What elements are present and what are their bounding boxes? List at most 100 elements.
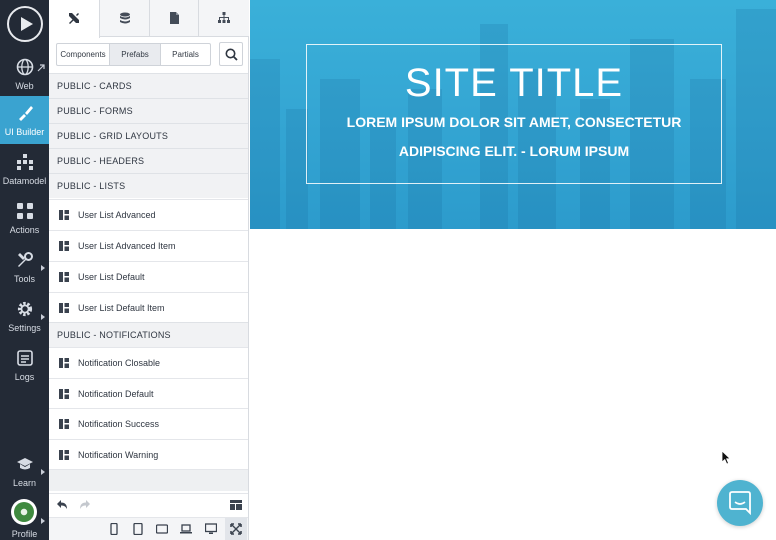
list-item-label: Notification Default: [78, 389, 154, 399]
nav-item-label: Web: [15, 81, 34, 91]
prefab-icon: [59, 450, 69, 460]
prefab-icon: [59, 241, 69, 251]
chat-launcher-button[interactable]: [717, 480, 763, 526]
play-icon: [21, 17, 33, 31]
list-group-header[interactable]: PUBLIC - GRID LAYOUTS: [49, 123, 248, 148]
mobile-icon: [110, 523, 118, 535]
list-item-label: Notification Closable: [78, 358, 161, 368]
external-arrow-icon: [37, 64, 45, 72]
nav-item-settings[interactable]: Settings: [0, 292, 49, 340]
redo-icon: [80, 500, 90, 509]
chevron-right-icon: [41, 265, 45, 271]
panel-tabs: [49, 0, 249, 38]
viewport-laptop-button[interactable]: [175, 518, 197, 540]
nav-item-logs[interactable]: Logs: [0, 341, 49, 389]
history-toolbar: [49, 493, 248, 517]
tab-sitemap[interactable]: [199, 0, 249, 37]
layout-icon: [230, 500, 242, 510]
page-canvas[interactable]: SITE TITLE LOREM IPSUM DOLOR SIT AMET, C…: [250, 0, 776, 540]
desktop-icon: [205, 523, 217, 534]
redo-button[interactable]: [74, 494, 96, 516]
nav-item-label: Datamodel: [2, 176, 47, 186]
nav-rail: Web UI Builder Datamodel Actions Tools S…: [0, 0, 49, 540]
tablet-landscape-icon: [156, 524, 168, 534]
avatar[interactable]: [11, 499, 37, 525]
mouse-cursor-icon: [721, 450, 731, 465]
subtab-components[interactable]: Components: [57, 44, 109, 65]
list-item[interactable]: Notification Default: [49, 378, 248, 409]
viewport-desktop-button[interactable]: [200, 518, 222, 540]
hero-text-box[interactable]: SITE TITLE LOREM IPSUM DOLOR SIT AMET, C…: [306, 44, 722, 184]
skyline-building: [250, 59, 280, 229]
play-button[interactable]: [7, 6, 43, 42]
list-item-label: Notification Success: [78, 419, 160, 429]
nav-item-label: Profile: [11, 529, 38, 539]
chevron-right-icon: [41, 314, 45, 320]
tab-database[interactable]: [100, 0, 150, 37]
list-item[interactable]: Notification Success: [49, 408, 248, 439]
hero-subtitle-line: ADIPISCING ELIT. - LORUM IPSUM: [398, 143, 630, 159]
skyline-building: [286, 109, 308, 229]
nav-item-learn[interactable]: Learn: [0, 447, 49, 495]
app: Web UI Builder Datamodel Actions Tools S…: [0, 0, 776, 540]
subtab-partials[interactable]: Partials: [161, 44, 210, 65]
list-group-header[interactable]: PUBLIC - HEADERS: [49, 148, 248, 173]
prefab-icon: [59, 389, 69, 399]
list-footer-spacer: [49, 469, 248, 491]
undo-button[interactable]: [51, 494, 73, 516]
layout-toggle-button[interactable]: [225, 494, 247, 516]
viewport-tablet-landscape-button[interactable]: [151, 518, 173, 540]
pencil-ruler-icon: [69, 13, 79, 24]
nav-item-label: Tools: [13, 274, 35, 284]
avatar-image: [14, 502, 34, 522]
globe-icon: [16, 58, 34, 76]
prefab-icon: [59, 419, 69, 429]
nav-item-web[interactable]: Web: [0, 50, 49, 98]
nav-item-actions[interactable]: Actions: [0, 194, 49, 242]
viewport-tablet-button[interactable]: [127, 518, 149, 540]
list-item-label: User List Default Item: [78, 303, 165, 313]
prefab-icon: [59, 272, 69, 282]
list-item-label: User List Advanced: [78, 210, 156, 220]
log-icon: [17, 350, 33, 366]
prefab-icon: [59, 303, 69, 313]
subtab-prefabs[interactable]: Prefabs: [109, 44, 161, 65]
list-item-label: User List Advanced Item: [78, 241, 176, 251]
prefab-icon: [59, 210, 69, 220]
tools-icon: [18, 252, 33, 267]
search-button[interactable]: [219, 42, 243, 66]
hero-subtitle: LOREM IPSUM DOLOR SIT AMET, CONSECTETUR …: [317, 108, 711, 166]
viewport-toolbar: [49, 517, 248, 540]
prefab-icon: [59, 358, 69, 368]
sitemap-icon: [218, 12, 230, 23]
list-group-header[interactable]: PUBLIC - FORMS: [49, 98, 248, 123]
viewport-mobile-button[interactable]: [103, 518, 125, 540]
list-item[interactable]: User List Advanced Item: [49, 230, 248, 261]
list-group-header[interactable]: PUBLIC - LISTS: [49, 173, 248, 198]
list-item-label: Notification Warning: [78, 450, 159, 460]
nav-item-label: Settings: [8, 323, 41, 333]
list-group-header[interactable]: PUBLIC - CARDS: [49, 73, 248, 98]
list-group-header[interactable]: PUBLIC - NOTIFICATIONS: [49, 322, 248, 347]
brush-icon: [19, 106, 33, 121]
hero-subtitle-line: LOREM IPSUM DOLOR SIT AMET, CONSECTETUR: [346, 114, 682, 130]
hero-section[interactable]: SITE TITLE LOREM IPSUM DOLOR SIT AMET, C…: [250, 0, 776, 229]
file-icon: [170, 12, 179, 24]
nav-item-ui-builder[interactable]: UI Builder: [0, 96, 49, 144]
list-item[interactable]: User List Default: [49, 261, 248, 292]
list-item[interactable]: Notification Warning: [49, 439, 248, 470]
viewport-fullscreen-button[interactable]: [225, 518, 247, 540]
list-item[interactable]: User List Default Item: [49, 292, 248, 323]
tablet-icon: [133, 523, 143, 535]
nav-item-tools[interactable]: Tools: [0, 243, 49, 291]
list-item[interactable]: Notification Closable: [49, 347, 248, 378]
nav-item-label: Learn: [12, 478, 37, 488]
database-icon: [119, 12, 130, 24]
search-icon: [225, 48, 238, 61]
list-item[interactable]: User List Advanced: [49, 199, 248, 230]
tab-pages[interactable]: [150, 0, 199, 37]
nav-item-datamodel[interactable]: Datamodel: [0, 145, 49, 193]
tab-components[interactable]: [49, 0, 100, 38]
subtab-group: Components Prefabs Partials: [56, 43, 211, 66]
chevron-right-icon: [41, 469, 45, 475]
